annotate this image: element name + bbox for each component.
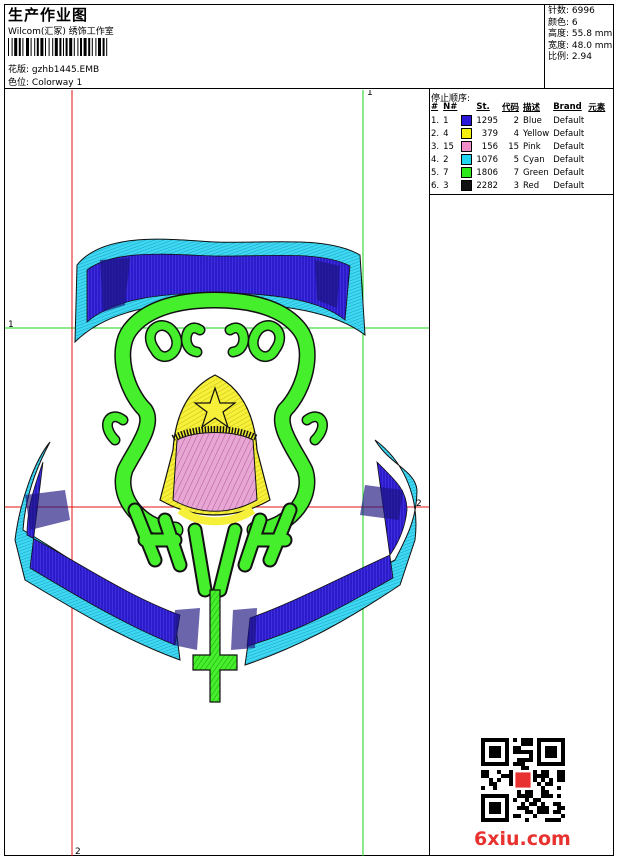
- row-brand: Default: [553, 141, 585, 152]
- row-description: Red: [523, 180, 540, 191]
- header-divider-vertical: [544, 4, 545, 88]
- row-swatch: [460, 127, 475, 140]
- sequence-row: 1. 1 1295 2 Blue Default: [430, 114, 608, 127]
- row-stitches: 379: [481, 128, 499, 139]
- row-element: [587, 166, 608, 179]
- row-brand: Default: [553, 128, 585, 139]
- row-swatch: [460, 179, 475, 192]
- design-height: 高度: 55.8 mm: [548, 29, 613, 39]
- col-header-index: #: [431, 102, 439, 112]
- row-index: 5.: [431, 167, 440, 178]
- col-header-description: 描述: [523, 103, 541, 113]
- sequence-row: 5. 7 1806 7 Green Default: [430, 166, 608, 179]
- sequence-table-divider: [429, 194, 614, 195]
- site-watermark: 6xiu.com: [474, 828, 571, 850]
- row-needle: 4: [443, 128, 449, 139]
- design-stats: 针数: 6996 颜色: 6 高度: 55.8 mm 宽度: 48.0 mm 比…: [548, 6, 612, 64]
- bottom-cross: [192, 589, 238, 703]
- row-index: 4.: [431, 154, 440, 165]
- row-swatch: [460, 153, 475, 166]
- row-swatch: [460, 114, 475, 127]
- sequence-header-row: # N# St. 代码 描述 Brand 元素: [430, 101, 608, 114]
- row-needle: 7: [443, 167, 449, 178]
- sequence-row: 3. 15 156 15 Pink Default: [430, 140, 608, 153]
- side-panel-divider: [429, 88, 430, 856]
- sequence-row: 2. 4 379 4 Yellow Default: [430, 127, 608, 140]
- row-index: 2.: [431, 128, 440, 139]
- sequence-row: 6. 3 2282 3 Red Default: [430, 179, 608, 192]
- guide-label-top: 1: [367, 90, 373, 98]
- row-stitches: 1806: [476, 167, 499, 178]
- guide-label-left: 1: [8, 320, 14, 330]
- row-needle: 3: [443, 180, 449, 191]
- row-description: Yellow: [523, 128, 550, 139]
- color-swatch: [461, 115, 473, 126]
- col-header-needle: N#: [443, 102, 458, 112]
- color-swatch: [461, 128, 473, 139]
- row-description: Green: [523, 167, 549, 178]
- colorway-label: 色位:: [8, 78, 30, 88]
- row-brand: Default: [553, 154, 585, 165]
- row-element: [587, 140, 608, 153]
- row-code: 2: [513, 115, 520, 126]
- barcode: [8, 38, 108, 56]
- design-name-row: 花版: gzhb1445.EMB: [8, 62, 99, 75]
- col-header-swatch: [460, 101, 475, 114]
- row-code: 15: [508, 141, 520, 152]
- row-element: [587, 153, 608, 166]
- design-file-name: gzhb1445.EMB: [31, 65, 100, 75]
- row-element: [587, 179, 608, 192]
- qr-code: [481, 738, 565, 822]
- row-stitches: 156: [481, 141, 499, 152]
- row-code: 7: [513, 167, 520, 178]
- color-swatch: [461, 167, 473, 178]
- stitch-count: 针数: 6996: [548, 6, 595, 16]
- row-stitches: 2282: [476, 180, 499, 191]
- design-scale: 比例: 2.94: [548, 52, 592, 62]
- sequence-row: 4. 2 1076 5 Cyan Default: [430, 153, 608, 166]
- page-title: 生产作业图: [8, 6, 89, 24]
- row-needle: 15: [443, 141, 454, 152]
- row-brand: Default: [553, 115, 585, 126]
- row-brand: Default: [553, 180, 585, 191]
- embroidery-design-canvas: 1 1 2 2: [5, 90, 429, 856]
- row-swatch: [460, 166, 475, 179]
- row-description: Blue: [523, 115, 542, 126]
- row-code: 3: [513, 180, 520, 191]
- design-width: 宽度: 48.0 mm: [548, 40, 613, 51]
- color-swatch: [461, 141, 473, 152]
- row-code: 5: [513, 154, 520, 165]
- row-element: [587, 114, 608, 127]
- design-label: 花版:: [8, 65, 30, 75]
- row-code: 4: [513, 128, 520, 139]
- central-emblem: [159, 374, 271, 526]
- row-element: [587, 127, 608, 140]
- color-count: 颜色: 6: [548, 17, 578, 28]
- color-swatch: [461, 154, 473, 165]
- row-index: 1.: [431, 115, 440, 126]
- row-index: 6.: [431, 180, 440, 191]
- colorway-row: 色位: Colorway 1: [8, 75, 82, 88]
- row-needle: 1: [443, 115, 449, 126]
- row-needle: 2: [443, 154, 449, 165]
- row-brand: Default: [553, 167, 585, 178]
- row-index: 3.: [431, 141, 440, 152]
- color-swatch: [461, 180, 473, 191]
- guide-label-right: 2: [416, 499, 422, 509]
- col-header-element: 元素: [588, 103, 606, 113]
- top-banner: [74, 238, 366, 344]
- guide-label-bottom: 2: [75, 847, 81, 856]
- col-header-code: 代码: [502, 103, 520, 113]
- software-subtitle: Wilcom(汇冢) 绣饰工作室: [8, 27, 114, 37]
- row-description: Pink: [523, 141, 541, 152]
- header-divider-horizontal: [4, 88, 614, 89]
- col-header-brand: Brand: [553, 102, 582, 112]
- col-header-stitches: St.: [476, 102, 490, 112]
- stop-sequence-table: # N# St. 代码 描述 Brand 元素 1. 1 1295 2 Blue Defa…: [430, 101, 608, 192]
- row-description: Cyan: [523, 154, 545, 165]
- colorway-name: Colorway 1: [31, 78, 83, 88]
- row-stitches: 1076: [476, 154, 499, 165]
- row-swatch: [460, 140, 475, 153]
- row-stitches: 1295: [476, 115, 499, 126]
